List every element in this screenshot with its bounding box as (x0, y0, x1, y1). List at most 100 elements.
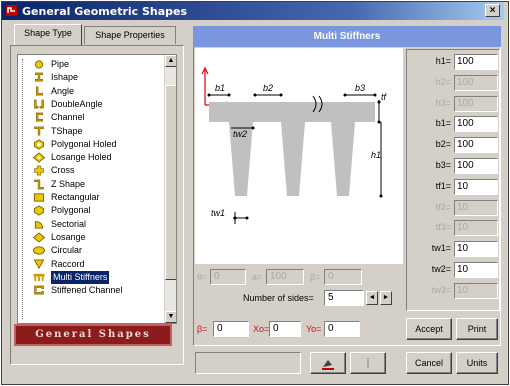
param-row: tw2= 10 (407, 261, 501, 279)
shape-type-panel: Pipe Ishape Angle DoubleAngle Channel TShape P… (10, 45, 184, 365)
shape-list-item-label: DoubleAngle (51, 98, 103, 109)
shape-list-item-label: Sectorial (51, 218, 87, 229)
theta-label: θ= (197, 272, 208, 282)
shape-list-item-label: Cross (51, 165, 75, 176)
units-button[interactable]: Units (456, 352, 498, 374)
general-shapes-banner: General Shapes (14, 324, 172, 346)
param-label: tf3= (435, 222, 451, 233)
shape-list-item[interactable]: Sectorial (32, 218, 156, 231)
polygonal-icon (33, 205, 45, 216)
shape-list-item[interactable]: Ishape (32, 71, 156, 84)
theta-input[interactable]: 0 (210, 269, 246, 285)
shape-list-item[interactable]: Circular (32, 244, 156, 257)
ishape-icon (35, 72, 43, 82)
losange-holed-icon (32, 152, 46, 163)
param-input[interactable]: 100 (454, 158, 498, 174)
xo-input[interactable]: 0 (269, 321, 301, 337)
shape-list-item[interactable]: Rectangular (32, 191, 156, 204)
shape-list-item[interactable]: Angle (32, 85, 156, 98)
shape-list-item[interactable]: Cross (32, 164, 156, 177)
number-of-sides-input[interactable]: 5 (324, 290, 364, 306)
sectorial-icon (34, 220, 44, 229)
shape-list-scrollbar[interactable]: ▲ ▼ (164, 55, 176, 323)
param-row: b2= 100 (407, 136, 501, 154)
shape-list-item-label: Angle (51, 85, 75, 96)
param-input[interactable]: 100 (454, 54, 498, 70)
param-row: tw3= 10 (407, 282, 501, 300)
shape-list-item[interactable]: Raccord (32, 258, 156, 271)
window-title: General Geometric Shapes (22, 5, 188, 18)
shape-list-item-label: Ishape (51, 72, 79, 83)
shape-list-item-label: TShape (51, 125, 83, 136)
beta-aux-label: β= (310, 272, 321, 282)
disabled-tool-button[interactable] (350, 352, 386, 374)
param-input[interactable]: 100 (454, 74, 498, 91)
accept-button[interactable]: Accept (406, 318, 452, 340)
param-label: tf2= (435, 201, 451, 212)
shape-list-item[interactable]: Stiffened Channel (32, 284, 156, 297)
shape-list-item-label: Multi Stiffners (51, 270, 110, 284)
param-input[interactable]: 10 (454, 220, 498, 237)
shape-list-item[interactable]: Losange (32, 231, 156, 244)
scroll-thumb[interactable] (165, 85, 176, 280)
param-input[interactable]: 100 (454, 116, 498, 133)
shape-list-item[interactable]: Z Shape (32, 178, 156, 191)
param-row: h2= 100 (407, 74, 501, 92)
stiffener-3 (331, 122, 355, 196)
close-button[interactable]: × (485, 4, 500, 17)
shape-list-item[interactable]: Polygonal (32, 204, 156, 217)
yo-input[interactable]: 0 (324, 321, 360, 337)
shape-list-item-label: Losange (51, 231, 86, 242)
tab-shape-properties[interactable]: Shape Properties (84, 26, 176, 44)
print-button[interactable]: Print (456, 318, 498, 340)
multi-stiffners-diagram: b1 b2 b3 tf tw2 h1 tw1 (201, 66, 388, 224)
sides-increment-arrow-icon[interactable]: ► (380, 291, 392, 305)
label-b1: b1 (215, 83, 225, 93)
label-h1: h1 (371, 150, 381, 160)
a-label: a= (252, 272, 263, 282)
beta-aux-input[interactable]: 0 (324, 269, 362, 285)
multi-stiffners-icon (33, 273, 45, 281)
shape-list-item[interactable]: Channel (32, 111, 156, 124)
a-input[interactable]: 100 (266, 269, 304, 285)
param-input[interactable]: 100 (454, 137, 498, 154)
sides-decrement-arrow-icon[interactable]: ◄ (366, 291, 378, 305)
tab-shape-type[interactable]: Shape Type (14, 24, 82, 45)
param-input[interactable]: 100 (454, 95, 498, 112)
rectangular-icon (33, 193, 45, 202)
label-tw2: tw2 (233, 129, 247, 139)
param-label: b2= (435, 139, 451, 150)
tree-line (22, 59, 23, 319)
param-row: b3= 100 (407, 157, 501, 175)
param-input[interactable]: 10 (454, 262, 498, 278)
label-tw1: tw1 (211, 208, 225, 218)
param-input[interactable]: 10 (454, 178, 498, 195)
shape-list-item[interactable]: DoubleAngle (32, 98, 156, 111)
param-input[interactable]: 10 (454, 282, 498, 299)
shape-list-item-label: Circular (51, 245, 83, 256)
yo-label: Yo= (306, 324, 322, 334)
shape-list-item[interactable]: Multi Stiffners (32, 270, 156, 284)
label-b2: b2 (263, 83, 273, 93)
scroll-up-arrow-icon[interactable]: ▲ (165, 55, 176, 67)
beta-input[interactable]: 0 (213, 321, 249, 337)
angle-icon (35, 86, 43, 96)
scroll-down-arrow-icon[interactable]: ▼ (165, 311, 176, 323)
param-label: h2= (435, 76, 451, 87)
shape-list-item[interactable]: Polygonal Holed (32, 138, 156, 151)
param-label: tw3= (431, 284, 451, 295)
shape-list-item[interactable]: TShape (32, 125, 156, 138)
param-label: b3= (435, 160, 451, 170)
paint-tool-button[interactable] (310, 352, 346, 374)
label-tf: tf (381, 92, 388, 102)
shape-list[interactable]: Pipe Ishape Angle DoubleAngle Channel TShape P… (17, 54, 177, 324)
param-input[interactable]: 10 (454, 241, 498, 258)
cancel-button[interactable]: Cancel (406, 352, 452, 374)
shape-list-item-label: Polygonal Holed (51, 138, 117, 149)
param-input[interactable]: 10 (454, 199, 498, 216)
shape-list-item-label: Polygonal (51, 205, 91, 216)
shape-list-item[interactable]: Pipe (32, 58, 156, 71)
param-label: tw1= (431, 243, 451, 254)
shape-list-item-label: Stiffened Channel (51, 285, 123, 296)
shape-list-item[interactable]: Losange Holed (32, 151, 156, 164)
